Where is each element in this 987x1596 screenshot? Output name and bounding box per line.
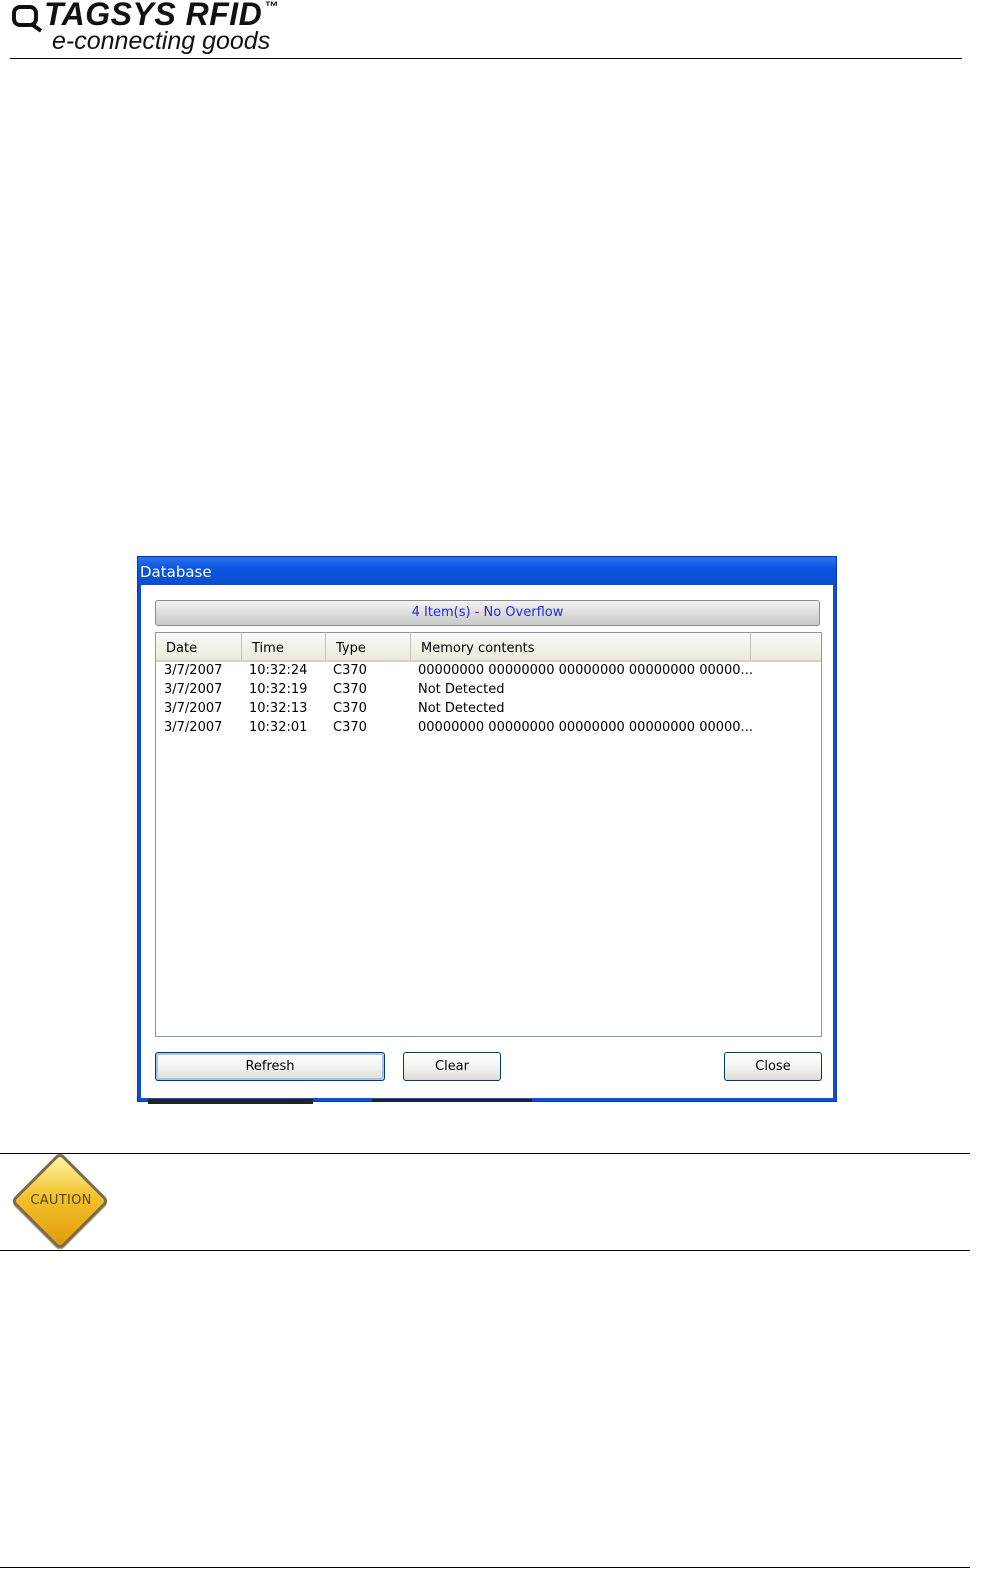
list-body: 3/7/2007 10:32:24 C370 00000000 00000000…: [156, 662, 821, 738]
dialog-title: Database: [140, 563, 212, 581]
records-list-view[interactable]: Date Time Type Memory contents 3/7/2007 …: [155, 632, 822, 1037]
column-header-type[interactable]: Type: [326, 633, 411, 660]
cell-date: 3/7/2007: [164, 682, 223, 697]
cell-memory: 00000000 00000000 00000000 00000000 0000…: [418, 720, 753, 735]
close-button[interactable]: Close: [724, 1052, 822, 1081]
header-divider: [10, 58, 962, 59]
cell-memory: Not Detected: [418, 701, 505, 716]
cell-memory: Not Detected: [418, 682, 505, 697]
tagsys-logo: TAGSYS RFID ™ e-connecting goods: [12, 0, 352, 60]
list-header: Date Time Type Memory contents: [156, 633, 821, 662]
cropped-background-fragment: [372, 1099, 532, 1102]
cell-date: 3/7/2007: [164, 663, 223, 678]
cell-time: 10:32:19: [249, 682, 308, 697]
dialog-client-area: 4 Item(s) - No Overflow Date Time Type M…: [141, 585, 833, 1098]
list-row[interactable]: 3/7/2007 10:32:24 C370 00000000 00000000…: [156, 662, 821, 681]
clear-button[interactable]: Clear: [403, 1052, 501, 1081]
database-dialog: Database 4 Item(s) - No Overflow Date Ti…: [137, 556, 837, 1102]
cell-type: C370: [333, 720, 367, 735]
cell-memory: 00000000 00000000 00000000 00000000 0000…: [418, 663, 753, 678]
list-row[interactable]: 3/7/2007 10:32:19 C370 Not Detected: [156, 681, 821, 700]
list-row[interactable]: 3/7/2007 10:32:13 C370 Not Detected: [156, 700, 821, 719]
cell-date: 3/7/2007: [164, 701, 223, 716]
dialog-titlebar[interactable]: Database: [138, 557, 836, 585]
cell-type: C370: [333, 701, 367, 716]
cell-date: 3/7/2007: [164, 720, 223, 735]
item-count-status: 4 Item(s) - No Overflow: [155, 600, 820, 626]
footer-divider: [0, 1567, 970, 1568]
cell-time: 10:32:24: [249, 663, 308, 678]
column-header-time[interactable]: Time: [242, 633, 326, 660]
column-header-date[interactable]: Date: [156, 633, 242, 660]
caution-bottom-rule: [0, 1250, 970, 1251]
cell-type: C370: [333, 663, 367, 678]
list-row[interactable]: 3/7/2007 10:32:01 C370 00000000 00000000…: [156, 719, 821, 738]
cell-type: C370: [333, 682, 367, 697]
column-header-memory-contents[interactable]: Memory contents: [411, 633, 751, 660]
cell-time: 10:32:01: [249, 720, 308, 735]
tagsys-q-icon: [12, 5, 38, 27]
cell-time: 10:32:13: [249, 701, 308, 716]
refresh-button[interactable]: Refresh: [155, 1052, 385, 1081]
logo-tagline: e-connecting goods: [52, 27, 271, 55]
cropped-background-fragment: [148, 1099, 313, 1104]
caution-top-rule: [0, 1153, 970, 1154]
trademark-symbol: ™: [264, 0, 279, 14]
caution-label: CAUTION: [30, 1193, 92, 1208]
column-header-empty: [751, 633, 821, 660]
